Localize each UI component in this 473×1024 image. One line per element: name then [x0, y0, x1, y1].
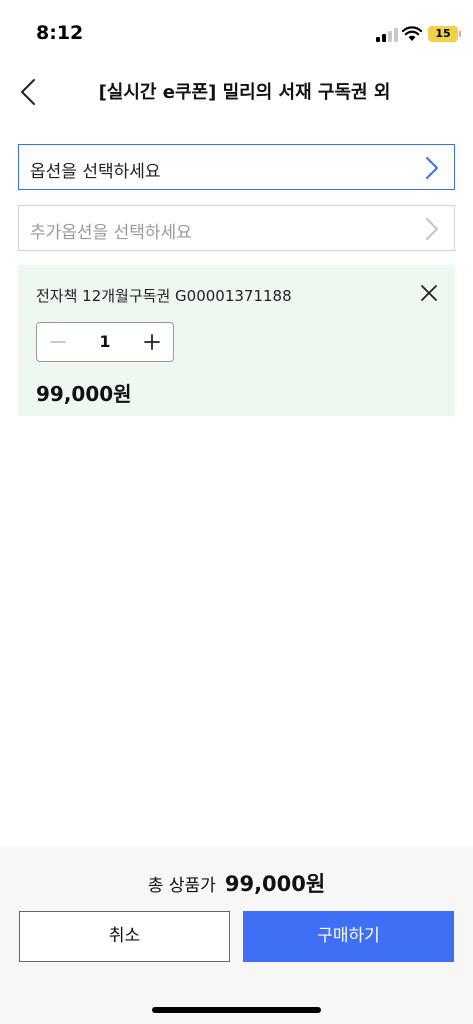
battery-icon: 15 [428, 26, 458, 42]
status-bar: 8:12 15 [0, 0, 473, 64]
quantity-decrease-button[interactable] [45, 329, 71, 355]
additional-option-placeholder: 추가옵션을 선택하세요 [30, 223, 192, 243]
page-header: [실시간 e쿠폰] 밀리의 서재 구독권 외 [0, 64, 473, 120]
additional-option-select[interactable]: 추가옵션을 선택하세요 [18, 205, 455, 251]
close-icon [421, 285, 437, 301]
selected-option-panel: 전자책 12개월구독권 G00001371188 1 99,000원 [18, 265, 455, 416]
quantity-increase-button[interactable] [139, 329, 165, 355]
remove-option-button[interactable] [419, 283, 439, 303]
buy-button[interactable]: 구매하기 [243, 911, 454, 962]
selected-option-price: 99,000원 [36, 382, 132, 406]
chevron-right-icon [426, 218, 438, 240]
cellular-signal-icon [376, 28, 398, 42]
chevron-left-icon [21, 79, 35, 105]
total-price-label: 총 상품가 [147, 876, 216, 896]
purchase-bar: 총 상품가 99,000원 취소 구매하기 [0, 846, 473, 1024]
option-select[interactable]: 옵션을 선택하세요 [18, 144, 455, 190]
quantity-value: 1 [99, 332, 111, 351]
back-button[interactable] [14, 72, 46, 112]
minus-icon [50, 341, 66, 343]
chevron-right-icon [426, 157, 438, 179]
quantity-stepper: 1 [36, 322, 174, 362]
option-select-placeholder: 옵션을 선택하세요 [30, 162, 161, 182]
home-indicator [152, 1007, 321, 1013]
cancel-button[interactable]: 취소 [19, 911, 230, 962]
selected-option-name: 전자책 12개월구독권 G00001371188 [36, 287, 292, 305]
battery-tip [459, 31, 461, 37]
wifi-icon [402, 26, 422, 41]
total-price-line: 총 상품가 99,000원 [0, 868, 473, 898]
page-title: [실시간 e쿠폰] 밀리의 서재 구독권 외 [98, 82, 391, 103]
product-option-page: 8:12 15 [실시간 e쿠폰] 밀리의 서재 구독권 외 옵션을 선택하세요 [0, 0, 473, 1024]
plus-icon [144, 334, 160, 350]
total-price-value: 99,000원 [224, 872, 326, 896]
status-time: 8:12 [36, 22, 84, 44]
